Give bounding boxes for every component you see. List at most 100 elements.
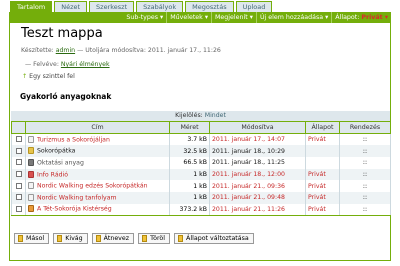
change-state-label: Állapot változtatása: [186, 234, 249, 242]
change-state-button[interactable]: Állapot változtatása: [174, 233, 254, 244]
tab-upload[interactable]: Upload: [235, 1, 273, 12]
up-one-level-label: Egy szinttel fel: [29, 73, 75, 80]
row-title-link[interactable]: A Tét-Sokorója Kistérség: [37, 206, 112, 213]
tab-szerkeszt[interactable]: Szerkeszt: [89, 1, 135, 12]
megjelenit-menu[interactable]: Megjelenít ▾: [211, 12, 256, 23]
table-row: Sokorópátka 32.5 kB 2011. január 18., 10…: [11, 145, 391, 157]
folder-icon: [28, 147, 34, 155]
rename-button[interactable]: Átnevez: [91, 233, 135, 244]
row-state: Privát: [305, 191, 340, 204]
table-row: Oktatási anyag 66.5 kB 2011. január 18.,…: [11, 156, 391, 169]
table-header-row: Cím Méret Módosítva Állapot Rendezés: [11, 121, 391, 134]
row-modified: 2011. január 21., 11:26: [209, 203, 306, 216]
change-state-icon: [178, 235, 184, 242]
tab-megosztas[interactable]: Megosztás: [185, 1, 234, 12]
row-drag-handle[interactable]: ::: [339, 191, 391, 204]
cut-label: Kivág: [65, 234, 83, 242]
row-checkbox[interactable]: [15, 136, 22, 143]
row-modified: 2011. január 21., 09:36: [209, 180, 306, 192]
header-state[interactable]: Állapot: [305, 121, 340, 134]
row-checkbox[interactable]: [15, 205, 22, 212]
row-checkbox[interactable]: [15, 194, 22, 201]
news-icon: [28, 170, 34, 178]
link-icon: [28, 158, 34, 166]
add-item-menu[interactable]: Új elem hozzáadása ▾: [255, 12, 331, 23]
state-menu[interactable]: Állapot: Privát ▾: [331, 12, 391, 23]
header-order[interactable]: Rendezés: [339, 121, 391, 134]
row-checkbox[interactable]: [15, 170, 22, 177]
cut-icon: [57, 235, 63, 242]
row-size: 1 kB: [169, 168, 210, 181]
delete-button[interactable]: Töröl: [138, 233, 171, 244]
contents-table: Cím Méret Módosítva Állapot Rendezés Tur…: [11, 121, 391, 216]
table-row: Info Rádió 1 kB 2011. január 18., 12:00 …: [11, 168, 391, 181]
content-area: Teszt mappa Készítette: admin — Utoljára…: [9, 23, 391, 261]
row-drag-handle[interactable]: ::: [339, 168, 391, 181]
rename-label: Átnevez: [103, 234, 130, 242]
row-title-link[interactable]: Oktatási anyag: [37, 159, 84, 166]
row-drag-handle[interactable]: ::: [339, 203, 391, 216]
row-size: 373.2 kB: [169, 203, 210, 216]
row-checkbox[interactable]: [15, 147, 22, 154]
file-icon: [28, 205, 34, 213]
row-checkbox[interactable]: [15, 159, 22, 166]
header-title[interactable]: Cím: [25, 121, 170, 134]
row-title-link[interactable]: Info Rádió: [37, 171, 68, 178]
row-state: Privát: [305, 203, 340, 216]
folder-action-buttons: Másol Kivág Átnevez Töröl Állapot változ…: [14, 233, 254, 244]
row-title-cell: Oktatási anyag: [25, 156, 170, 169]
cut-button[interactable]: Kivág: [53, 233, 88, 244]
author-link[interactable]: admin: [56, 47, 75, 54]
row-drag-handle[interactable]: ::: [339, 145, 391, 157]
attached-link[interactable]: Nyári élmények: [61, 61, 110, 68]
tab-szabalyok[interactable]: Szabályok: [136, 1, 184, 12]
copy-button[interactable]: Másol: [14, 233, 50, 244]
table-row: Nordic Walking tanfolyam 1 kB 2011. janu…: [11, 191, 391, 204]
row-state: [305, 156, 340, 169]
byline-modified: — Utoljára módosítva: 2011. január 17., …: [77, 47, 221, 54]
row-drag-handle[interactable]: ::: [339, 180, 391, 192]
table-row: Nordic Walking edzés Sokorópátkán 1 kB 2…: [11, 180, 391, 192]
selection-label: Kijelölés:: [175, 112, 203, 119]
row-modified: 2011. január 18., 12:00: [209, 168, 306, 181]
copy-icon: [18, 235, 23, 242]
header-size[interactable]: Méret: [169, 121, 210, 134]
selection-row: Kijelölés: Mindet: [11, 111, 390, 121]
row-state: [305, 145, 340, 157]
row-title-cell: Sokorópátka: [25, 145, 170, 157]
document-byline: Készítette: admin — Utoljára módosítva: …: [21, 47, 221, 54]
byline-prefix: Készítette:: [21, 47, 54, 54]
row-title-link[interactable]: Nordic Walking edzés Sokorópátkán: [37, 183, 148, 190]
row-title-link[interactable]: Sokorópátka: [37, 148, 75, 155]
tab-nezet[interactable]: Nézet: [54, 1, 88, 12]
row-modified: 2011. január 17., 14:07: [209, 133, 306, 146]
row-title-link[interactable]: Nordic Walking tanfolyam: [37, 195, 117, 202]
muveletek-menu[interactable]: Műveletek ▾: [166, 12, 211, 23]
select-all-link[interactable]: Mindet: [205, 112, 226, 119]
attached-to: — Felvéve: Nyári élmények: [25, 61, 110, 68]
row-checkbox-cell: [11, 133, 26, 146]
state-value: Privát ▾: [361, 14, 388, 21]
row-state: Privát: [305, 180, 340, 192]
header-modified[interactable]: Módosítva: [209, 121, 306, 134]
row-checkbox-cell: [11, 156, 26, 169]
row-title-cell: Nordic Walking tanfolyam: [25, 191, 170, 204]
content-action-bar: Sub-types ▾ Műveletek ▾ Megjelenít ▾ Új …: [9, 12, 391, 23]
row-drag-handle[interactable]: ::: [339, 156, 391, 169]
row-size: 66.5 kB: [169, 156, 210, 169]
subtypes-menu[interactable]: Sub-types ▾: [123, 12, 166, 23]
row-size: 1 kB: [169, 180, 210, 192]
table-row: Turizmus a Sokorójáljan 3.7 kB 2011. jan…: [11, 133, 391, 146]
row-modified: 2011. január 18., 10:29: [209, 145, 306, 157]
row-size: 32.5 kB: [169, 145, 210, 157]
up-one-level-link[interactable]: ↑ Egy szinttel fel: [22, 73, 75, 80]
page-title: Teszt mappa: [21, 26, 103, 41]
row-title-link[interactable]: Turizmus a Sokorójáljan: [37, 136, 110, 143]
row-size: 1 kB: [169, 191, 210, 204]
delete-label: Töröl: [150, 234, 166, 242]
folder-contents: Kijelölés: Mindet Cím Méret Módosítva Ál…: [11, 111, 391, 216]
up-arrow-icon: ↑: [22, 73, 28, 80]
row-drag-handle[interactable]: ::: [339, 133, 391, 146]
row-checkbox[interactable]: [15, 182, 22, 189]
row-checkbox-cell: [11, 191, 26, 204]
